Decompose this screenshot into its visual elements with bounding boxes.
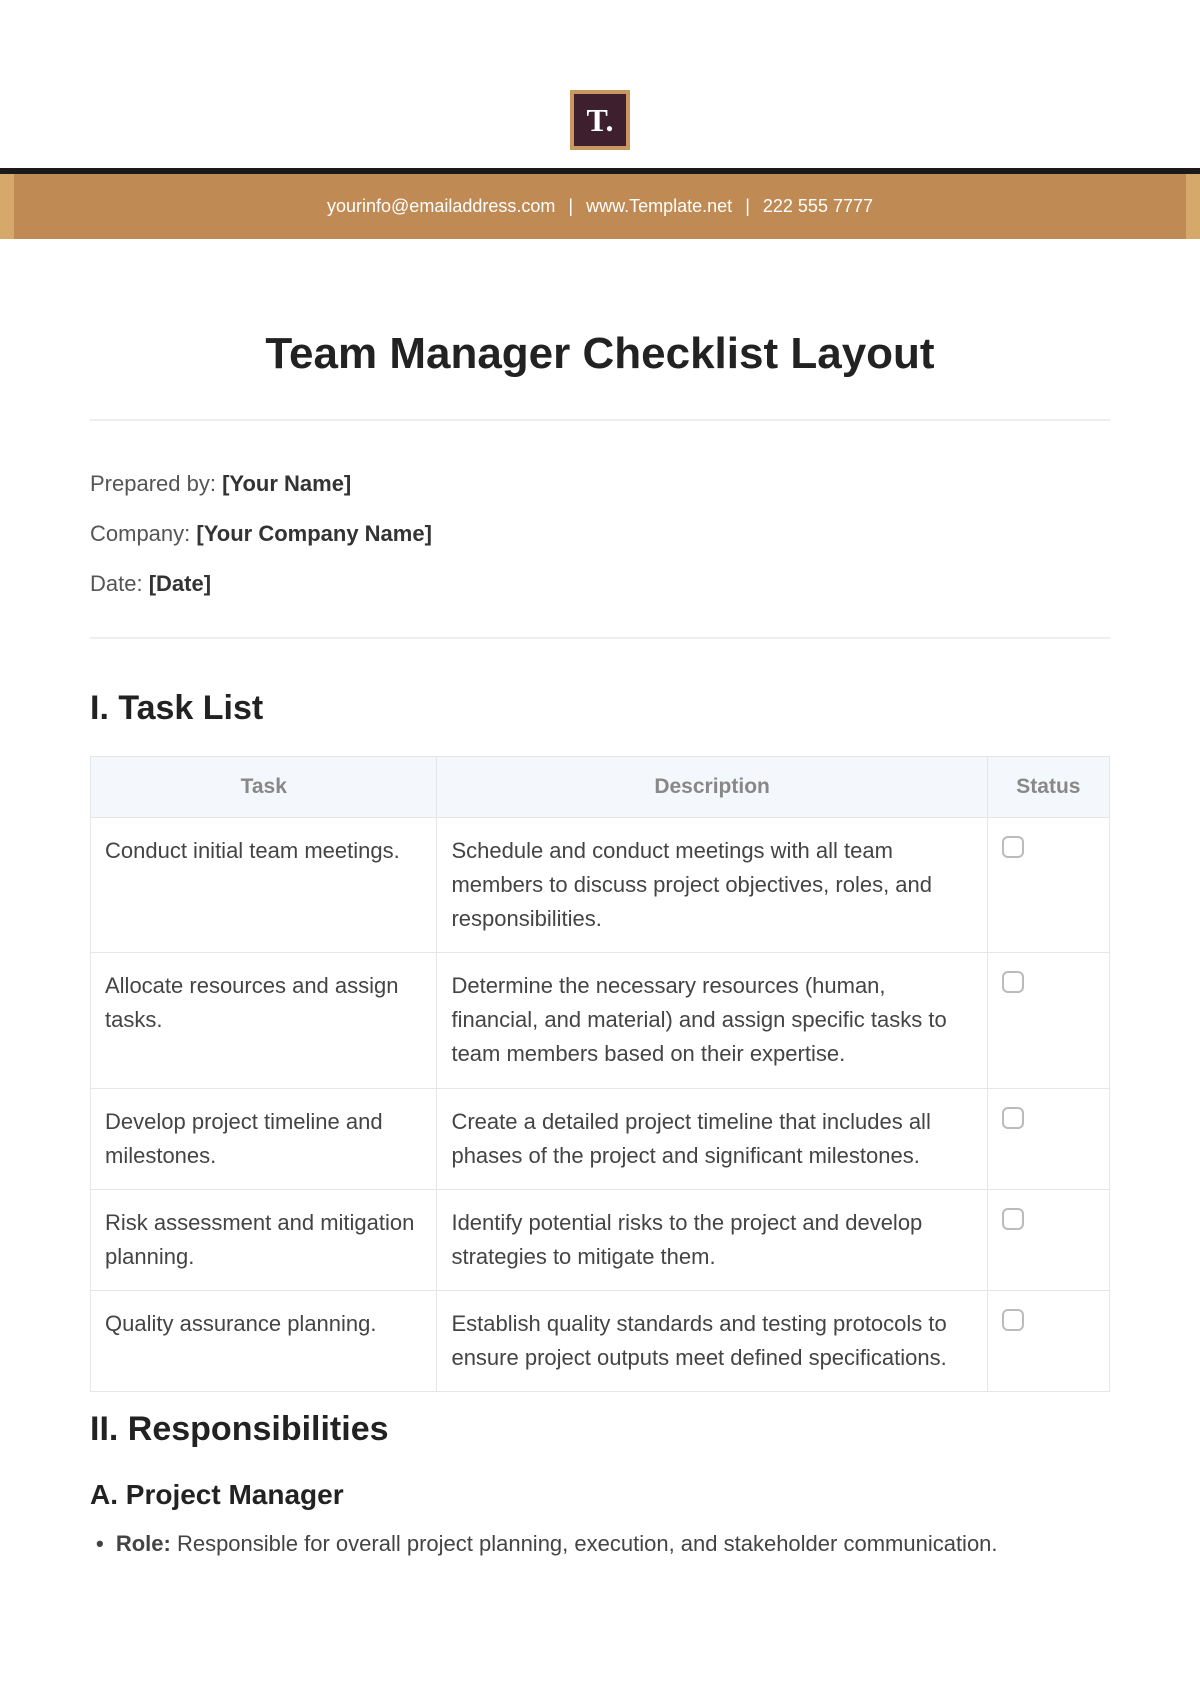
banner-email: yourinfo@emailaddress.com (327, 196, 555, 216)
document-page: T. yourinfo@emailaddress.com | www.Templ… (0, 0, 1200, 1701)
checkbox-icon[interactable] (1002, 836, 1024, 858)
meta-date: Date: [Date] (90, 571, 1110, 597)
th-status: Status (987, 757, 1109, 818)
company-value: [Your Company Name] (196, 521, 432, 546)
checkbox-icon[interactable] (1002, 1208, 1024, 1230)
table-header-row: Task Description Status (91, 757, 1110, 818)
cell-task: Allocate resources and assign tasks. (91, 953, 437, 1088)
checkbox-icon[interactable] (1002, 971, 1024, 993)
checkbox-icon[interactable] (1002, 1107, 1024, 1129)
logo-icon: T. (570, 90, 630, 150)
cell-status (987, 1290, 1109, 1391)
logo-area: T. (0, 0, 1200, 150)
banner-phone: 222 555 7777 (763, 196, 873, 216)
cell-description: Create a detailed project timeline that … (437, 1088, 987, 1189)
title-divider (90, 419, 1110, 421)
banner-website: www.Template.net (586, 196, 732, 216)
subsection-pm-heading: A. Project Manager (90, 1479, 1110, 1511)
meta-divider (90, 637, 1110, 639)
table-row: Develop project timeline and milestones.… (91, 1088, 1110, 1189)
section-tasklist-heading: I. Task List (90, 689, 1110, 728)
prepared-label: Prepared by: (90, 471, 216, 496)
cell-task: Risk assessment and mitigation planning. (91, 1189, 437, 1290)
role-label: Role: (116, 1531, 171, 1556)
section-responsibilities-heading: II. Responsibilities (90, 1410, 1110, 1449)
cell-task: Quality assurance planning. (91, 1290, 437, 1391)
contact-banner: yourinfo@emailaddress.com | www.Template… (0, 174, 1200, 239)
responsibilities-list: Role: Responsible for overall project pl… (90, 1531, 1110, 1557)
role-text: Responsible for overall project planning… (171, 1531, 998, 1556)
date-label: Date: (90, 571, 143, 596)
cell-description: Establish quality standards and testing … (437, 1290, 987, 1391)
cell-task: Develop project timeline and milestones. (91, 1088, 437, 1189)
cell-status (987, 1189, 1109, 1290)
cell-description: Determine the necessary resources (human… (437, 953, 987, 1088)
meta-prepared: Prepared by: [Your Name] (90, 471, 1110, 497)
th-description: Description (437, 757, 987, 818)
table-row: Allocate resources and assign tasks. Det… (91, 953, 1110, 1088)
cell-status (987, 953, 1109, 1088)
page-title: Team Manager Checklist Layout (90, 329, 1110, 379)
table-row: Conduct initial team meetings. Schedule … (91, 818, 1110, 953)
date-value: [Date] (149, 571, 211, 596)
table-row: Risk assessment and mitigation planning.… (91, 1189, 1110, 1290)
prepared-value: [Your Name] (222, 471, 351, 496)
cell-description: Identify potential risks to the project … (437, 1189, 987, 1290)
task-table: Task Description Status Conduct initial … (90, 756, 1110, 1392)
checkbox-icon[interactable] (1002, 1309, 1024, 1331)
cell-status (987, 818, 1109, 953)
meta-company: Company: [Your Company Name] (90, 521, 1110, 547)
separator-icon: | (745, 196, 750, 216)
company-label: Company: (90, 521, 190, 546)
table-row: Quality assurance planning. Establish qu… (91, 1290, 1110, 1391)
cell-status (987, 1088, 1109, 1189)
list-item: Role: Responsible for overall project pl… (96, 1531, 1110, 1557)
cell-description: Schedule and conduct meetings with all t… (437, 818, 987, 953)
separator-icon: | (568, 196, 573, 216)
cell-task: Conduct initial team meetings. (91, 818, 437, 953)
th-task: Task (91, 757, 437, 818)
content-area: Team Manager Checklist Layout Prepared b… (0, 239, 1200, 1597)
